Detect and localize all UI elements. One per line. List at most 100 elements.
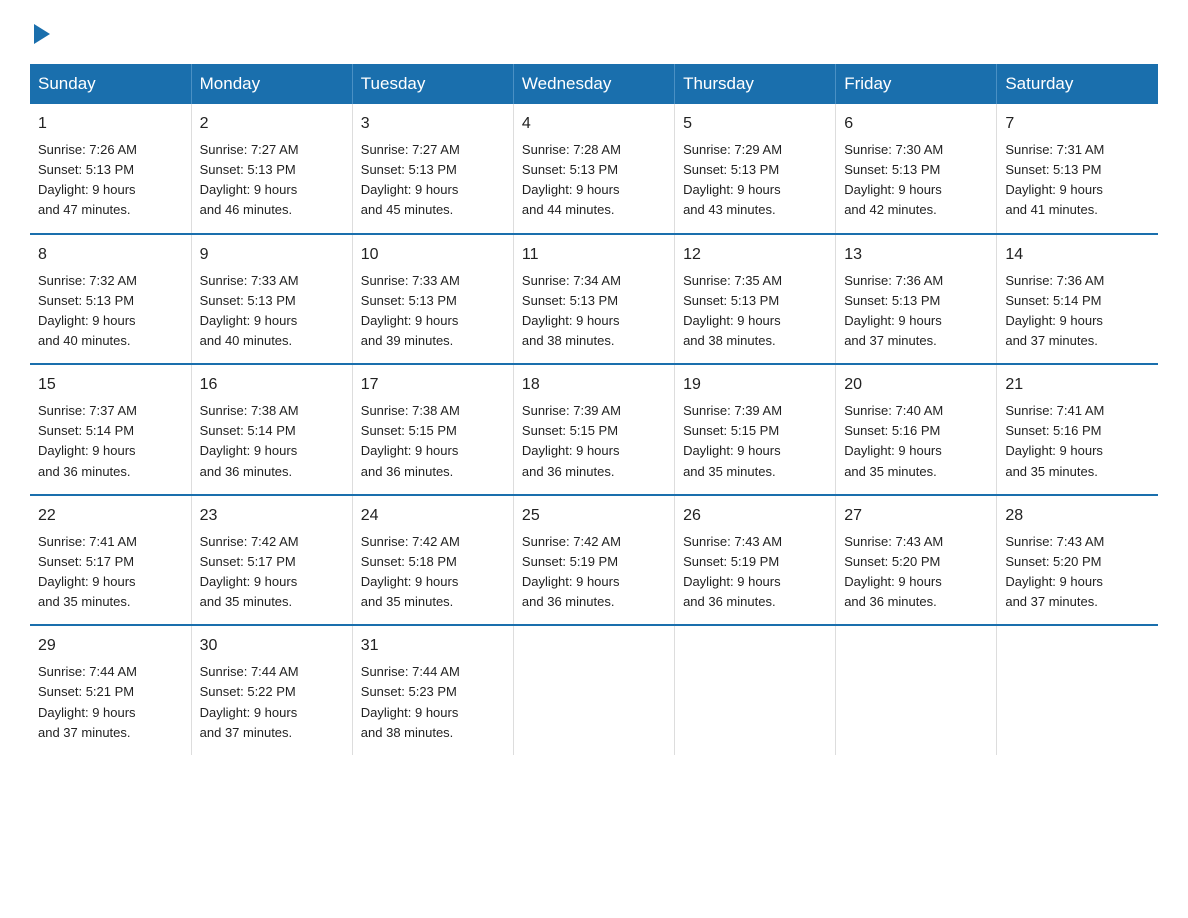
day-number: 30 [200,634,344,658]
day-info: Sunrise: 7:42 AMSunset: 5:19 PMDaylight:… [522,532,666,613]
day-info: Sunrise: 7:43 AMSunset: 5:19 PMDaylight:… [683,532,827,613]
week-row-1: 1 Sunrise: 7:26 AMSunset: 5:13 PMDaylight… [30,104,1158,234]
day-info: Sunrise: 7:27 AMSunset: 5:13 PMDaylight:… [361,140,505,221]
day-info: Sunrise: 7:38 AMSunset: 5:14 PMDaylight:… [200,401,344,482]
day-number: 1 [38,112,183,136]
day-number: 22 [38,504,183,528]
calendar-cell: 29 Sunrise: 7:44 AMSunset: 5:21 PMDayligh… [30,625,191,755]
calendar-cell: 10Sunrise: 7:33 AMSunset: 5:13 PMDayligh… [352,234,513,365]
calendar-cell [997,625,1158,755]
calendar-cell [675,625,836,755]
day-number: 16 [200,373,344,397]
calendar-cell [836,625,997,755]
week-row-4: 22 Sunrise: 7:41 AMSunset: 5:17 PMDayligh… [30,495,1158,626]
day-info: Sunrise: 7:35 AMSunset: 5:13 PMDaylight:… [683,271,827,352]
day-info: Sunrise: 7:38 AMSunset: 5:15 PMDaylight:… [361,401,505,482]
day-number: 20 [844,373,988,397]
calendar-cell: 3 Sunrise: 7:27 AMSunset: 5:13 PMDaylight… [352,104,513,234]
calendar-cell: 1 Sunrise: 7:26 AMSunset: 5:13 PMDaylight… [30,104,191,234]
calendar-cell: 30 Sunrise: 7:44 AMSunset: 5:22 PMDayligh… [191,625,352,755]
header-thursday: Thursday [675,64,836,104]
day-info: Sunrise: 7:27 AMSunset: 5:13 PMDaylight:… [200,140,344,221]
day-info: Sunrise: 7:31 AMSunset: 5:13 PMDaylight:… [1005,140,1150,221]
day-number: 15 [38,373,183,397]
day-info: Sunrise: 7:39 AMSunset: 5:15 PMDaylight:… [522,401,666,482]
day-info: Sunrise: 7:44 AMSunset: 5:21 PMDaylight:… [38,662,183,743]
day-number: 21 [1005,373,1150,397]
day-info: Sunrise: 7:43 AMSunset: 5:20 PMDaylight:… [1005,532,1150,613]
calendar-cell: 11 Sunrise: 7:34 AMSunset: 5:13 PMDayligh… [513,234,674,365]
week-row-2: 8 Sunrise: 7:32 AMSunset: 5:13 PMDaylight… [30,234,1158,365]
calendar-cell: 19Sunrise: 7:39 AMSunset: 5:15 PMDayligh… [675,364,836,495]
day-number: 7 [1005,112,1150,136]
day-info: Sunrise: 7:41 AMSunset: 5:16 PMDaylight:… [1005,401,1150,482]
day-info: Sunrise: 7:44 AMSunset: 5:23 PMDaylight:… [361,662,505,743]
day-info: Sunrise: 7:29 AMSunset: 5:13 PMDaylight:… [683,140,827,221]
day-info: Sunrise: 7:33 AMSunset: 5:13 PMDaylight:… [200,271,344,352]
day-number: 4 [522,112,666,136]
calendar-cell: 5 Sunrise: 7:29 AMSunset: 5:13 PMDaylight… [675,104,836,234]
logo-arrow-icon [34,24,50,44]
day-info: Sunrise: 7:32 AMSunset: 5:13 PMDaylight:… [38,271,183,352]
day-number: 31 [361,634,505,658]
day-info: Sunrise: 7:41 AMSunset: 5:17 PMDaylight:… [38,532,183,613]
day-info: Sunrise: 7:28 AMSunset: 5:13 PMDaylight:… [522,140,666,221]
calendar-cell: 16 Sunrise: 7:38 AMSunset: 5:14 PMDayligh… [191,364,352,495]
day-number: 12 [683,243,827,267]
calendar-cell: 6 Sunrise: 7:30 AMSunset: 5:13 PMDaylight… [836,104,997,234]
day-number: 23 [200,504,344,528]
calendar-cell: 31 Sunrise: 7:44 AMSunset: 5:23 PMDayligh… [352,625,513,755]
day-number: 10 [361,243,505,267]
day-info: Sunrise: 7:36 AMSunset: 5:13 PMDaylight:… [844,271,988,352]
week-row-5: 29 Sunrise: 7:44 AMSunset: 5:21 PMDayligh… [30,625,1158,755]
day-number: 13 [844,243,988,267]
calendar-cell: 9 Sunrise: 7:33 AMSunset: 5:13 PMDaylight… [191,234,352,365]
day-info: Sunrise: 7:42 AMSunset: 5:18 PMDaylight:… [361,532,505,613]
calendar-cell: 2 Sunrise: 7:27 AMSunset: 5:13 PMDaylight… [191,104,352,234]
day-info: Sunrise: 7:36 AMSunset: 5:14 PMDaylight:… [1005,271,1150,352]
day-number: 14 [1005,243,1150,267]
day-info: Sunrise: 7:44 AMSunset: 5:22 PMDaylight:… [200,662,344,743]
day-number: 9 [200,243,344,267]
calendar-header-row: SundayMondayTuesdayWednesdayThursdayFrid… [30,64,1158,104]
day-number: 19 [683,373,827,397]
logo [30,20,50,44]
calendar-cell: 26 Sunrise: 7:43 AMSunset: 5:19 PMDayligh… [675,495,836,626]
calendar-cell: 13 Sunrise: 7:36 AMSunset: 5:13 PMDayligh… [836,234,997,365]
day-number: 25 [522,504,666,528]
calendar-cell: 23 Sunrise: 7:42 AMSunset: 5:17 PMDayligh… [191,495,352,626]
calendar-cell [513,625,674,755]
calendar-cell: 7 Sunrise: 7:31 AMSunset: 5:13 PMDaylight… [997,104,1158,234]
header-friday: Friday [836,64,997,104]
day-number: 3 [361,112,505,136]
calendar-cell: 27 Sunrise: 7:43 AMSunset: 5:20 PMDayligh… [836,495,997,626]
day-info: Sunrise: 7:34 AMSunset: 5:13 PMDaylight:… [522,271,666,352]
calendar-cell: 4 Sunrise: 7:28 AMSunset: 5:13 PMDaylight… [513,104,674,234]
day-number: 18 [522,373,666,397]
day-number: 11 [522,243,666,267]
header-monday: Monday [191,64,352,104]
calendar-cell: 14 Sunrise: 7:36 AMSunset: 5:14 PMDayligh… [997,234,1158,365]
day-number: 29 [38,634,183,658]
day-info: Sunrise: 7:43 AMSunset: 5:20 PMDaylight:… [844,532,988,613]
calendar-cell: 15Sunrise: 7:37 AMSunset: 5:14 PMDayligh… [30,364,191,495]
day-number: 28 [1005,504,1150,528]
calendar-cell: 25 Sunrise: 7:42 AMSunset: 5:19 PMDayligh… [513,495,674,626]
day-number: 26 [683,504,827,528]
day-number: 6 [844,112,988,136]
calendar-table: SundayMondayTuesdayWednesdayThursdayFrid… [30,64,1158,755]
calendar-cell: 8 Sunrise: 7:32 AMSunset: 5:13 PMDaylight… [30,234,191,365]
week-row-3: 15Sunrise: 7:37 AMSunset: 5:14 PMDayligh… [30,364,1158,495]
day-info: Sunrise: 7:26 AMSunset: 5:13 PMDaylight:… [38,140,183,221]
calendar-cell: 21 Sunrise: 7:41 AMSunset: 5:16 PMDayligh… [997,364,1158,495]
header-sunday: Sunday [30,64,191,104]
day-info: Sunrise: 7:42 AMSunset: 5:17 PMDaylight:… [200,532,344,613]
day-number: 8 [38,243,183,267]
calendar-cell: 20 Sunrise: 7:40 AMSunset: 5:16 PMDayligh… [836,364,997,495]
day-number: 27 [844,504,988,528]
header-wednesday: Wednesday [513,64,674,104]
day-info: Sunrise: 7:40 AMSunset: 5:16 PMDaylight:… [844,401,988,482]
day-number: 5 [683,112,827,136]
day-number: 2 [200,112,344,136]
day-info: Sunrise: 7:30 AMSunset: 5:13 PMDaylight:… [844,140,988,221]
